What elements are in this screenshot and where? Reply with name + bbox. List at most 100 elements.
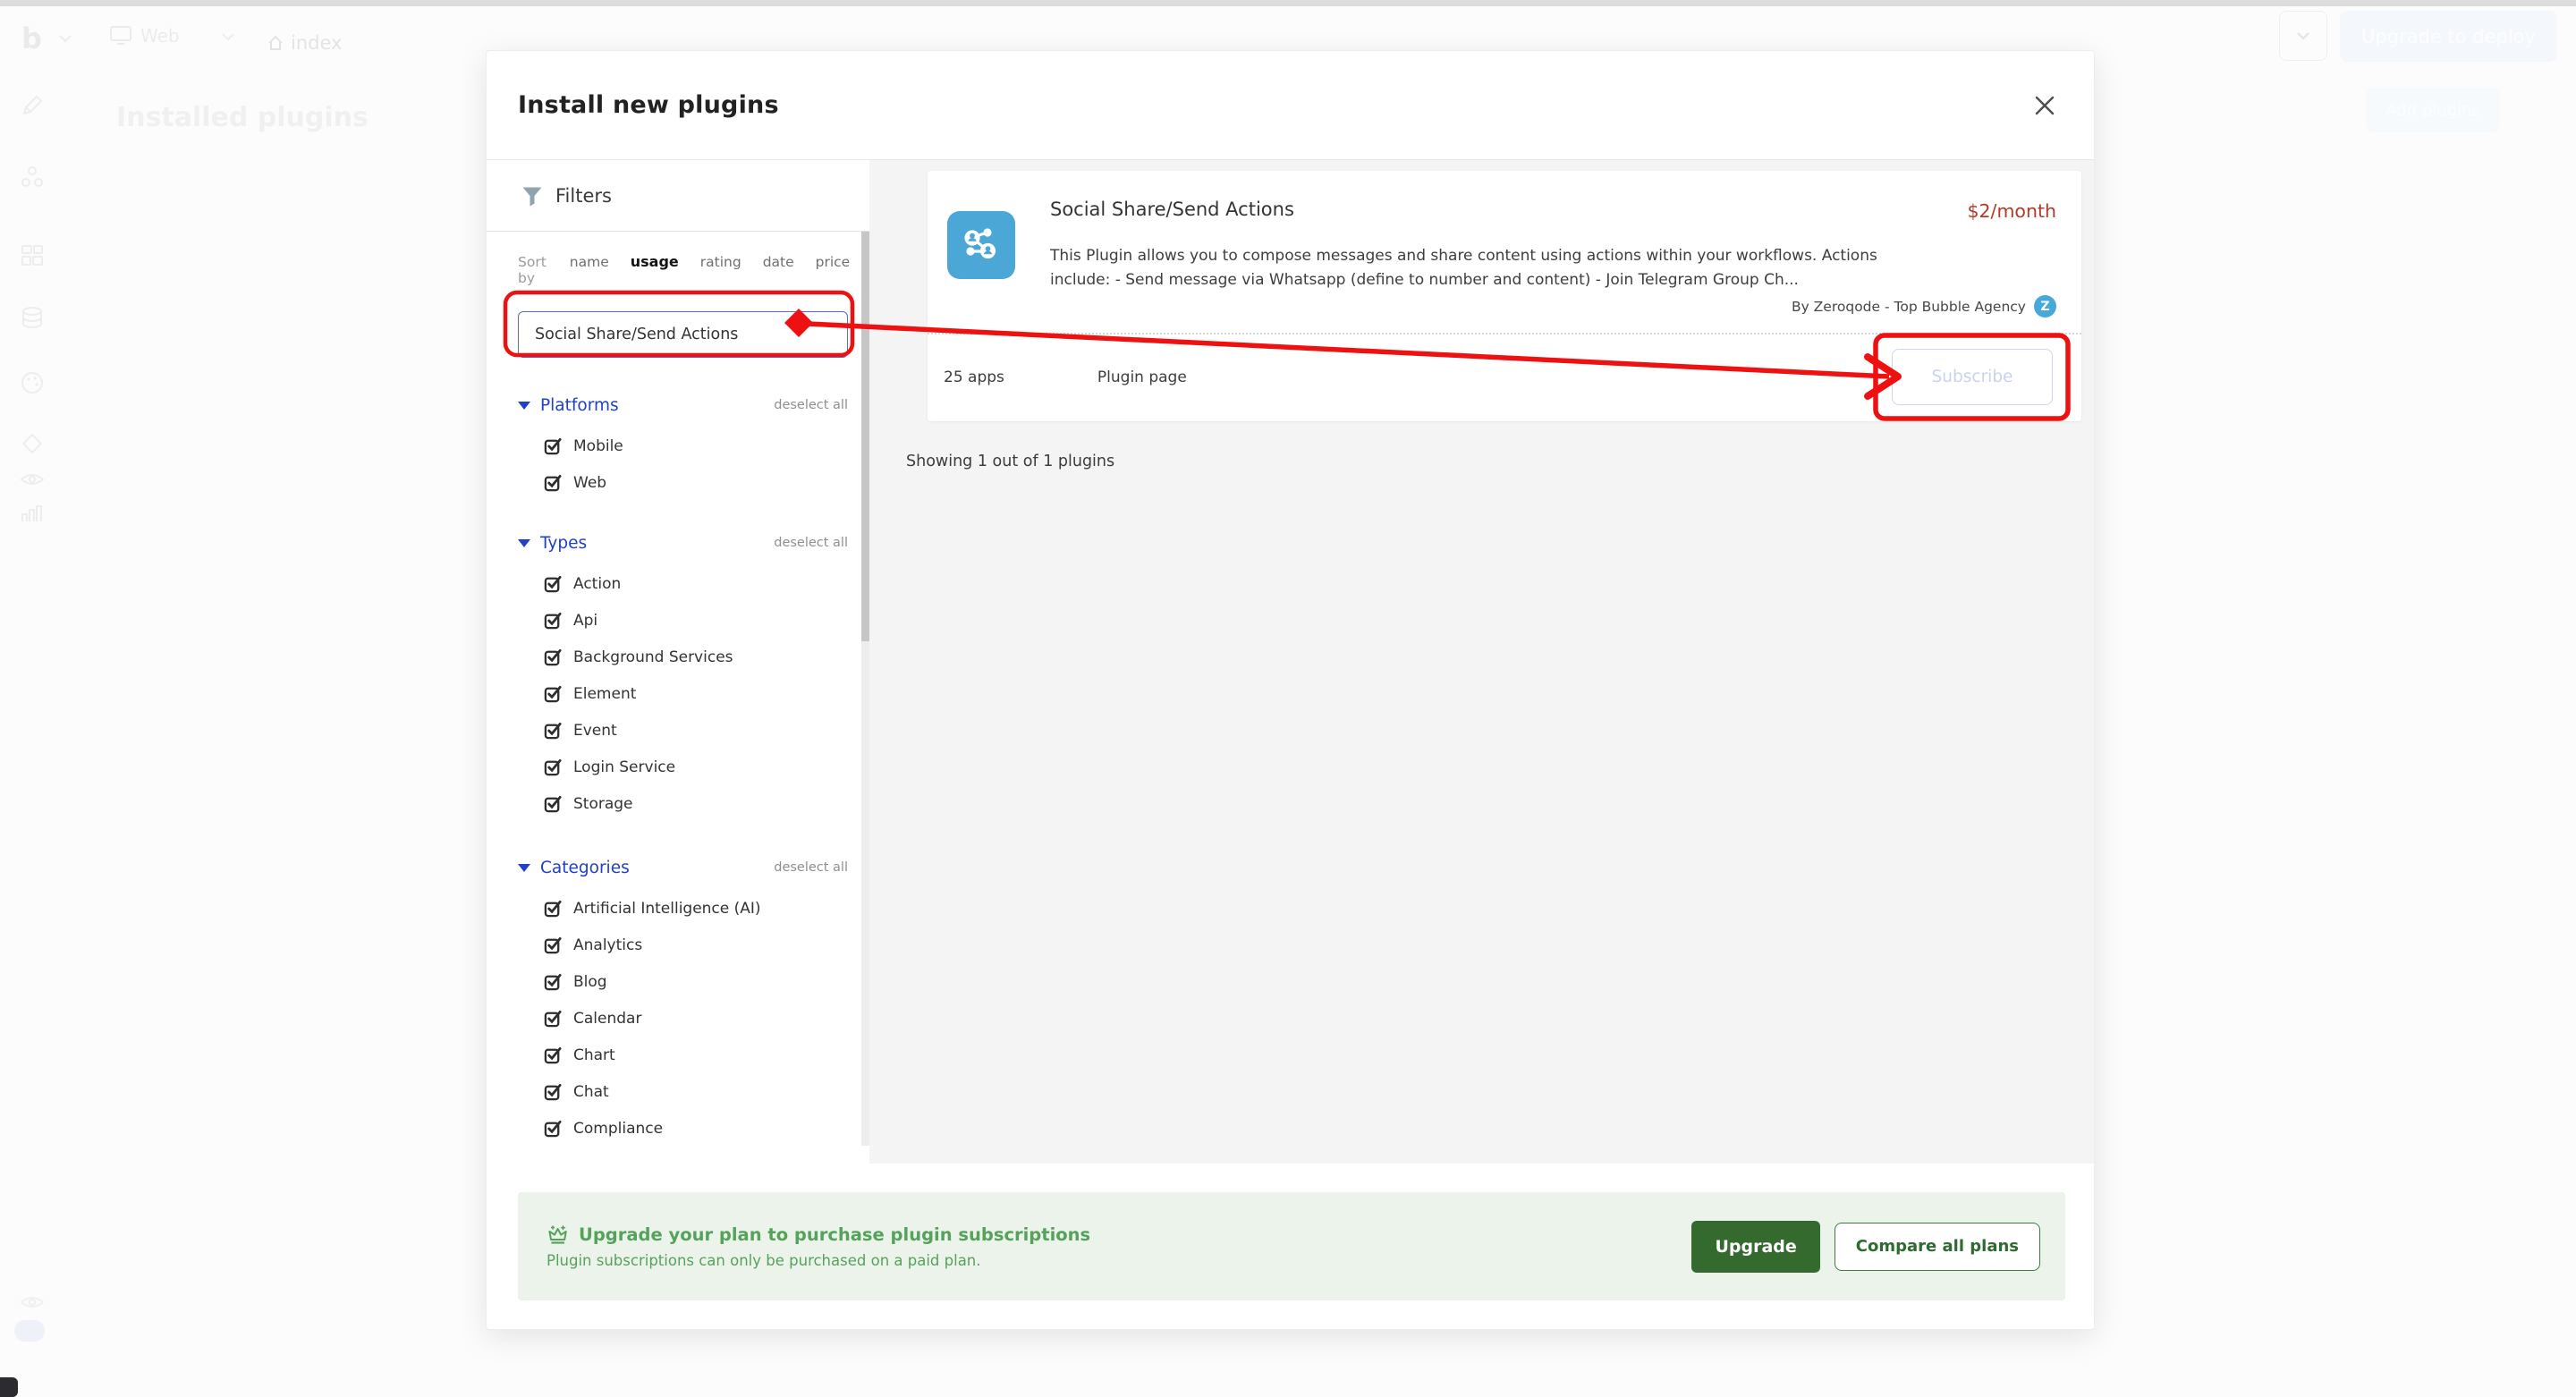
subscribe-button[interactable]: Subscribe bbox=[1892, 349, 2053, 405]
checkbox-checked-icon bbox=[544, 473, 563, 492]
filter-item-element[interactable]: Element bbox=[518, 675, 848, 712]
checkbox-checked-icon bbox=[544, 574, 563, 593]
checkbox-checked-icon bbox=[544, 684, 563, 703]
bottom-bar-corner bbox=[0, 1377, 18, 1397]
checkbox-checked-icon bbox=[544, 972, 563, 991]
plugins-grid-icon bbox=[20, 243, 45, 268]
filters-title: Filters bbox=[555, 185, 612, 207]
filter-item-action[interactable]: Action bbox=[518, 565, 848, 602]
plugin-icon bbox=[947, 211, 1015, 279]
filter-item-login-service[interactable]: Login Service bbox=[518, 749, 848, 785]
install-plugins-modal: Install new plugins Filters Sort by name… bbox=[486, 50, 2095, 1330]
types-section-header: Types deselect all bbox=[518, 531, 848, 555]
sort-by-label: Sort by bbox=[518, 254, 547, 286]
filters-scroll-area: Sort by name usage rating date price Pla… bbox=[487, 232, 869, 1146]
categories-section-header: Categories deselect all bbox=[518, 856, 848, 879]
filter-item-storage[interactable]: Storage bbox=[518, 785, 848, 822]
checkbox-checked-icon bbox=[544, 648, 563, 666]
eye-icon bbox=[20, 470, 45, 488]
plugin-card: Social Share/Send Actions $2/month This … bbox=[928, 171, 2081, 421]
window-top-edge bbox=[0, 0, 2576, 6]
checkbox-checked-icon bbox=[544, 936, 563, 954]
checkbox-checked-icon bbox=[544, 1009, 563, 1028]
filter-item-chart[interactable]: Chart bbox=[518, 1037, 848, 1073]
zeroqode-badge-icon: Z bbox=[2034, 295, 2056, 318]
collapse-triangle-icon[interactable] bbox=[518, 864, 530, 872]
collapse-triangle-icon[interactable] bbox=[518, 402, 530, 410]
filter-item-artificial-intelligence[interactable]: Artificial Intelligence (AI) bbox=[518, 890, 848, 927]
plugin-search-input[interactable] bbox=[518, 311, 848, 358]
plugin-page-link[interactable]: Plugin page bbox=[1097, 368, 1187, 386]
modal-title: Install new plugins bbox=[518, 91, 779, 119]
filter-item-analytics[interactable]: Analytics bbox=[518, 927, 848, 963]
upgrade-to-deploy-button-ghost: Upgrade to deploy bbox=[2340, 11, 2557, 62]
sort-option-rating[interactable]: rating bbox=[700, 254, 741, 270]
bubble-logo: b bbox=[21, 21, 42, 55]
filter-item-blog[interactable]: Blog bbox=[518, 963, 848, 1000]
plugin-card-footer: 25 apps Plugin page Subscribe bbox=[928, 334, 2081, 419]
checkbox-checked-icon bbox=[544, 1119, 563, 1138]
sort-option-usage[interactable]: usage bbox=[631, 253, 679, 270]
upgrade-banner-title: Upgrade your plan to purchase plugin sub… bbox=[579, 1224, 1090, 1245]
chevron-down-icon bbox=[220, 29, 236, 45]
database-icon bbox=[20, 306, 45, 331]
author-name: By Zeroqode - Top Bubble Agency bbox=[1792, 299, 2026, 315]
device-selector: Web bbox=[109, 25, 180, 47]
checkbox-checked-icon bbox=[544, 436, 563, 455]
plugin-results-area: Social Share/Send Actions $2/month This … bbox=[869, 160, 2094, 1164]
filters-panel: Filters Sort by name usage rating date p… bbox=[487, 160, 869, 1164]
plugin-author: By Zeroqode - Top Bubble Agency Z bbox=[1792, 295, 2056, 318]
categories-deselect-all[interactable]: deselect all bbox=[774, 860, 848, 875]
sort-option-date[interactable]: date bbox=[763, 254, 794, 270]
bottom-left-pill-ghost bbox=[14, 1320, 45, 1342]
home-icon bbox=[267, 34, 284, 52]
sort-by-row: Sort by name usage rating date price bbox=[518, 253, 848, 286]
filter-item-chat[interactable]: Chat bbox=[518, 1073, 848, 1110]
filter-item-background-services[interactable]: Background Services bbox=[518, 639, 848, 675]
checkbox-checked-icon bbox=[544, 1046, 563, 1064]
checkbox-checked-icon bbox=[544, 794, 563, 813]
device-label: Web bbox=[140, 25, 180, 47]
upgrade-plan-banner: Upgrade your plan to purchase plugin sub… bbox=[518, 1192, 2065, 1300]
results-summary: Showing 1 out of 1 plugins bbox=[906, 453, 1114, 470]
chevron-down-icon bbox=[57, 30, 73, 47]
breadcrumb: index bbox=[267, 32, 342, 54]
breadcrumb-label: index bbox=[291, 32, 342, 54]
workflow-icon bbox=[20, 165, 45, 190]
checkbox-checked-icon bbox=[544, 611, 563, 630]
filter-item-mobile[interactable]: Mobile bbox=[518, 428, 848, 464]
eye-icon bbox=[20, 1293, 45, 1311]
filter-item-event[interactable]: Event bbox=[518, 712, 848, 749]
monitor-icon bbox=[109, 25, 132, 47]
types-deselect-all[interactable]: deselect all bbox=[774, 536, 848, 550]
platforms-section-title[interactable]: Platforms bbox=[540, 396, 619, 415]
platforms-section-header: Platforms deselect all bbox=[518, 394, 848, 417]
apps-count: 25 apps bbox=[944, 368, 1004, 386]
modal-footer: Upgrade your plan to purchase plugin sub… bbox=[487, 1164, 2094, 1331]
sort-option-price[interactable]: price bbox=[816, 254, 851, 270]
checkbox-checked-icon bbox=[544, 1082, 563, 1101]
plugin-name: Social Share/Send Actions bbox=[1050, 199, 1294, 220]
plugin-price: $2/month bbox=[1967, 200, 2056, 222]
filters-header: Filters bbox=[487, 160, 869, 232]
compare-all-plans-button[interactable]: Compare all plans bbox=[1835, 1223, 2040, 1271]
filter-item-api[interactable]: Api bbox=[518, 602, 848, 639]
crown-icon bbox=[547, 1224, 570, 1246]
diamond-icon bbox=[20, 431, 45, 456]
add-plugins-button-ghost: Add plugins bbox=[2366, 88, 2500, 132]
close-icon[interactable] bbox=[2031, 92, 2058, 119]
filter-item-calendar[interactable]: Calendar bbox=[518, 1000, 848, 1037]
filter-item-compliance[interactable]: Compliance bbox=[518, 1110, 848, 1146]
platforms-deselect-all[interactable]: deselect all bbox=[774, 398, 848, 412]
filter-item-web[interactable]: Web bbox=[518, 464, 848, 501]
styles-palette-icon bbox=[20, 370, 45, 395]
sort-option-name[interactable]: name bbox=[570, 254, 609, 270]
types-section-title[interactable]: Types bbox=[540, 534, 587, 553]
filters-scrollbar-track[interactable] bbox=[861, 232, 869, 1146]
funnel-icon bbox=[521, 184, 544, 207]
upgrade-button[interactable]: Upgrade bbox=[1691, 1221, 1819, 1273]
categories-section-title[interactable]: Categories bbox=[540, 859, 630, 877]
collapse-triangle-icon[interactable] bbox=[518, 539, 530, 547]
modal-header: Install new plugins bbox=[487, 51, 2094, 160]
filters-scrollbar-thumb[interactable] bbox=[861, 232, 869, 641]
